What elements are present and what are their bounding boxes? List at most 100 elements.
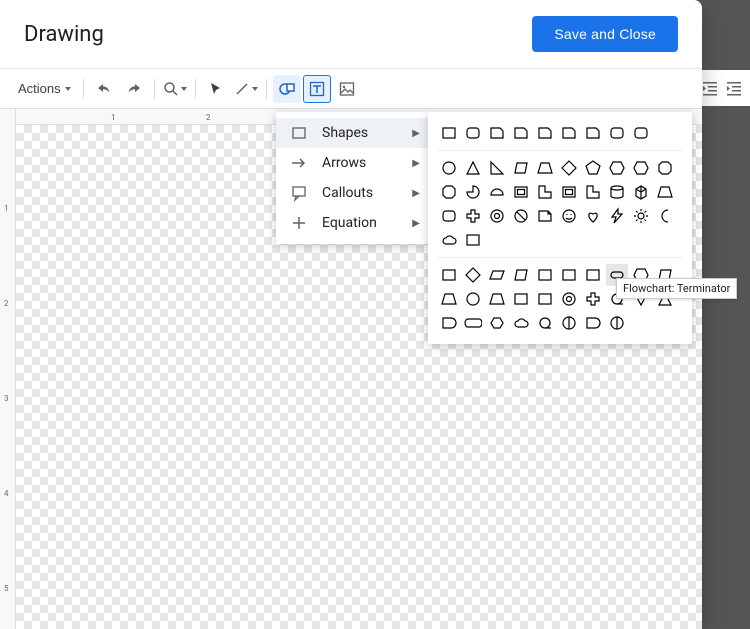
shape-option[interactable]: [630, 122, 652, 144]
shape-option[interactable]: [582, 181, 604, 203]
shape-option[interactable]: [534, 264, 556, 286]
shape-option[interactable]: [630, 181, 652, 203]
shape-option[interactable]: [486, 157, 508, 179]
shape-option[interactable]: [510, 122, 532, 144]
shape-option[interactable]: [606, 157, 628, 179]
separator: [83, 79, 84, 99]
shape-tooltip: Flowchart: Terminator: [616, 278, 737, 299]
shape-option[interactable]: [438, 229, 460, 251]
shape-tool[interactable]: [273, 75, 301, 103]
shape-option[interactable]: [582, 205, 604, 227]
zoom-button[interactable]: [161, 75, 189, 103]
shape-option[interactable]: [438, 205, 460, 227]
menu-item-callouts[interactable]: Callouts ▶: [276, 178, 428, 208]
shape-option[interactable]: [462, 288, 484, 310]
shape-option[interactable]: [462, 122, 484, 144]
redo-button[interactable]: [120, 75, 148, 103]
shape-option[interactable]: [654, 181, 676, 203]
shape-option[interactable]: [486, 264, 508, 286]
shape-option[interactable]: [486, 205, 508, 227]
shape-option[interactable]: [558, 312, 580, 334]
dialog-header: Drawing Save and Close: [0, 0, 702, 69]
shape-option[interactable]: [462, 181, 484, 203]
shape-option[interactable]: [486, 181, 508, 203]
shape-option[interactable]: [486, 122, 508, 144]
shape-option[interactable]: [582, 157, 604, 179]
shape-option[interactable]: [510, 157, 532, 179]
shape-option[interactable]: [654, 157, 676, 179]
shape-option[interactable]: [534, 181, 556, 203]
background-toolbar: [694, 70, 750, 106]
menu-item-equation[interactable]: Equation ▶: [276, 208, 428, 238]
shape-option[interactable]: [606, 205, 628, 227]
menu-item-label: Shapes: [322, 125, 368, 141]
shape-option[interactable]: [510, 181, 532, 203]
shape-option[interactable]: [558, 264, 580, 286]
arrows-icon: [290, 154, 308, 172]
shape-option[interactable]: [438, 288, 460, 310]
separator: [154, 79, 155, 99]
shapes-icon: [290, 124, 308, 142]
chevron-right-icon: ▶: [412, 158, 420, 169]
shape-option[interactable]: [558, 122, 580, 144]
shape-option[interactable]: [558, 288, 580, 310]
shape-option[interactable]: [510, 205, 532, 227]
shape-option[interactable]: [534, 312, 556, 334]
shape-option[interactable]: [534, 205, 556, 227]
shape-option[interactable]: [582, 288, 604, 310]
undo-button[interactable]: [90, 75, 118, 103]
shape-option[interactable]: [606, 181, 628, 203]
callouts-icon: [290, 184, 308, 202]
shape-option[interactable]: [462, 205, 484, 227]
shape-option[interactable]: [462, 264, 484, 286]
menu-item-arrows[interactable]: Arrows ▶: [276, 148, 428, 178]
shape-option[interactable]: [438, 312, 460, 334]
shape-option[interactable]: [606, 312, 628, 334]
shape-option[interactable]: [558, 181, 580, 203]
shape-option[interactable]: [630, 205, 652, 227]
separator: [195, 79, 196, 99]
shape-option[interactable]: [534, 122, 556, 144]
shape-option[interactable]: [654, 205, 676, 227]
shape-section-text: [438, 122, 682, 144]
shape-option[interactable]: [582, 312, 604, 334]
shape-option[interactable]: [582, 264, 604, 286]
shape-option[interactable]: [534, 157, 556, 179]
menu-item-label: Callouts: [322, 185, 373, 201]
shape-option[interactable]: [438, 157, 460, 179]
indent-icon[interactable]: [724, 78, 744, 98]
shape-option[interactable]: [582, 122, 604, 144]
select-tool[interactable]: [202, 75, 230, 103]
menu-item-label: Equation: [322, 215, 377, 231]
shape-option[interactable]: [534, 288, 556, 310]
shape-option[interactable]: [606, 122, 628, 144]
shape-option[interactable]: [462, 157, 484, 179]
shape-option[interactable]: [630, 157, 652, 179]
shape-option[interactable]: [438, 122, 460, 144]
line-tool[interactable]: [232, 75, 260, 103]
equation-icon: [290, 214, 308, 232]
shape-option[interactable]: [486, 288, 508, 310]
shape-option[interactable]: [558, 157, 580, 179]
textbox-tool[interactable]: [303, 75, 331, 103]
shape-option[interactable]: [486, 312, 508, 334]
shape-section-basic: [438, 157, 682, 251]
section-divider: [438, 150, 682, 151]
shape-option[interactable]: [438, 181, 460, 203]
save-and-close-button[interactable]: Save and Close: [532, 16, 678, 52]
vertical-ruler: 1 2 3 4 5: [0, 109, 16, 629]
shape-option[interactable]: [510, 312, 532, 334]
shape-option[interactable]: [462, 229, 484, 251]
dedent-icon[interactable]: [700, 78, 720, 98]
image-tool[interactable]: [333, 75, 361, 103]
menu-item-shapes[interactable]: Shapes ▶: [276, 118, 428, 148]
dialog-title: Drawing: [24, 22, 104, 47]
shape-option[interactable]: [510, 288, 532, 310]
chevron-right-icon: ▶: [412, 128, 420, 139]
shape-option[interactable]: [510, 264, 532, 286]
menu-item-label: Arrows: [322, 155, 366, 171]
actions-menu[interactable]: Actions: [12, 77, 77, 100]
shape-option[interactable]: [558, 205, 580, 227]
shape-option[interactable]: [438, 264, 460, 286]
shape-option[interactable]: [462, 312, 484, 334]
